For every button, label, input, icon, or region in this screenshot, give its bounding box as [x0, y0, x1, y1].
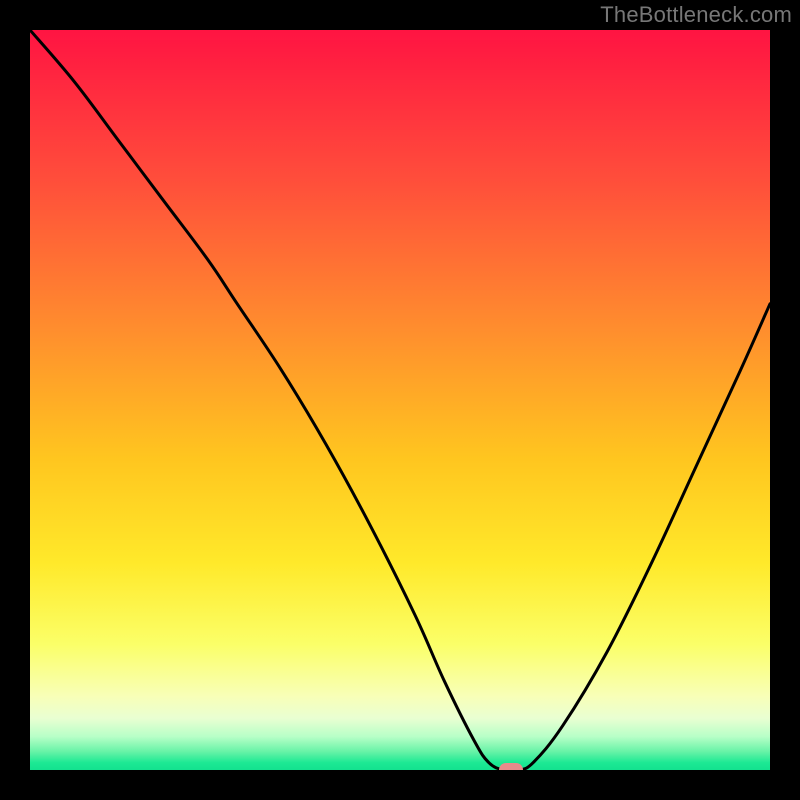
curve-layer	[30, 30, 770, 770]
current-position-thumb[interactable]	[499, 763, 523, 770]
attribution-label: TheBottleneck.com	[600, 2, 792, 28]
bottleneck-curve	[30, 30, 770, 770]
chart-frame: TheBottleneck.com	[0, 0, 800, 800]
plot-area	[30, 30, 770, 770]
